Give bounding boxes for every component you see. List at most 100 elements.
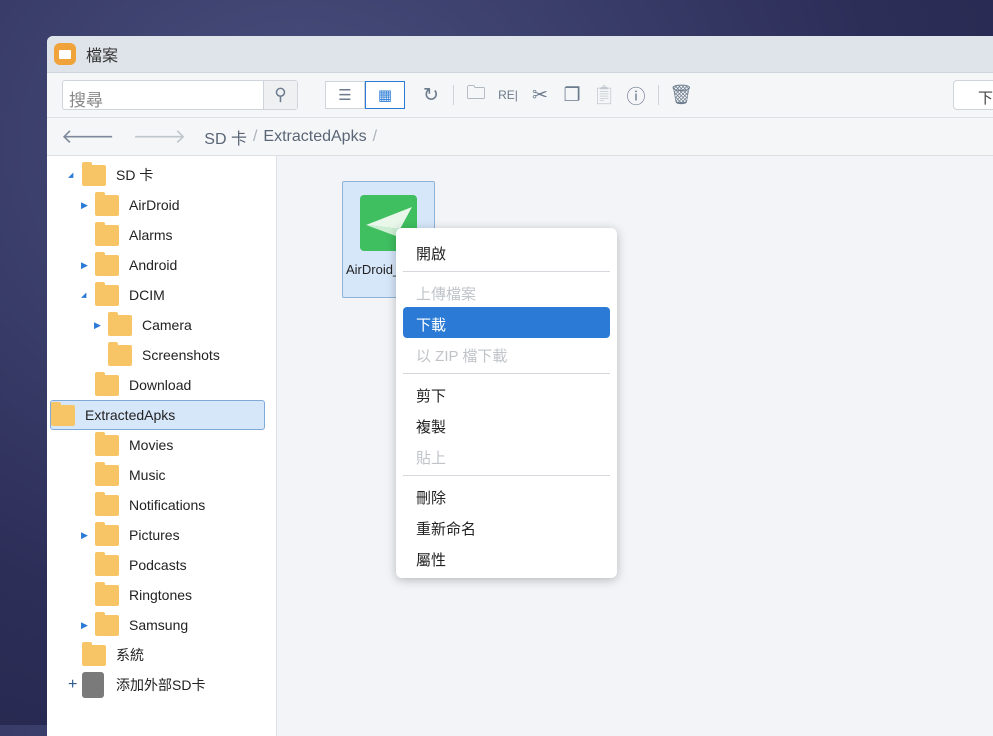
folder-icon — [95, 491, 119, 516]
tree-item-label: Podcasts — [129, 557, 187, 573]
folder-icon — [108, 341, 132, 366]
tree-item-label: SD 卡 — [116, 167, 154, 183]
menu-divider — [403, 271, 610, 272]
forward-arrow-icon[interactable]: 🡒 — [133, 124, 187, 149]
plus-icon[interactable]: + — [68, 676, 77, 694]
folder-icon — [95, 611, 119, 636]
collapse-arrow-icon[interactable]: ◢ — [81, 291, 86, 299]
menu-item[interactable]: 貼上 — [403, 440, 610, 471]
tree-item[interactable]: ▶ AirDroid — [81, 190, 180, 220]
tree-item[interactable]: Download — [95, 370, 191, 400]
menu-divider — [403, 475, 610, 476]
info-icon[interactable]: ⓘ — [620, 82, 652, 109]
tree-item-label: 系統 — [116, 647, 144, 663]
app-folder-icon — [54, 43, 76, 65]
folder-icon — [95, 461, 119, 486]
menu-item[interactable]: 上傳檔案 — [403, 276, 610, 307]
menu-item[interactable]: 重新命名 — [403, 511, 610, 542]
tree-item[interactable]: ▶ Samsung — [81, 610, 189, 640]
folder-icon — [95, 281, 119, 306]
window-title: 檔案 — [86, 48, 119, 65]
search-box[interactable]: 搜尋 ⚲ — [62, 80, 298, 110]
search-icon[interactable]: ⚲ — [263, 81, 297, 109]
tree-item[interactable]: Podcasts — [95, 550, 187, 580]
folder-tree-sidebar: ◢ SD 卡 ▶ AirDroid Alarms ▶ Android ◢ DCIM ▶ Camera… — [47, 156, 277, 736]
collapse-arrow-icon[interactable]: ◢ — [68, 171, 73, 179]
tree-item-label: Android — [129, 257, 178, 273]
menu-item[interactable]: 以 ZIP 檔下載 — [403, 338, 610, 369]
folder-icon — [82, 641, 106, 666]
folder-icon — [51, 401, 75, 426]
tree-item[interactable]: Music — [95, 460, 166, 490]
download-button[interactable]: 下載 — [953, 80, 993, 110]
folder-icon — [95, 551, 119, 576]
tree-item-label: Notifications — [129, 497, 206, 513]
folder-icon — [95, 581, 119, 606]
tree-item[interactable]: 系統 — [82, 640, 144, 670]
menu-item[interactable]: 刪除 — [403, 480, 610, 511]
title-bar: 檔案 — [47, 36, 993, 73]
tree-item[interactable]: ▶ExtractedApks — [50, 400, 265, 430]
menu-divider — [403, 373, 610, 374]
tree-item[interactable]: Movies — [95, 430, 173, 460]
tree-item-label: 添加外部SD卡 — [116, 677, 206, 693]
folder-icon — [95, 221, 119, 246]
folder-icon — [82, 161, 106, 186]
divider — [658, 85, 659, 105]
copy-icon[interactable]: ❐ — [556, 84, 588, 107]
divider — [453, 85, 454, 105]
tree-item[interactable]: ▶ Pictures — [81, 520, 180, 550]
paste-icon[interactable]: 📋︎ — [588, 83, 620, 107]
context-menu: 開啟上傳檔案 下載以 ZIP 檔下載 剪下 複製 貼上刪除 重新命名 屬性 — [396, 228, 617, 578]
tree-item-label: Music — [129, 467, 166, 483]
cut-icon[interactable]: ✂ — [524, 84, 556, 107]
tree-item-label: Ringtones — [129, 587, 193, 603]
menu-item[interactable]: 複製 — [403, 409, 610, 440]
menu-item[interactable]: 開啟 — [403, 236, 610, 267]
tree-item-label: Download — [129, 377, 192, 393]
tree-item[interactable]: Screenshots — [108, 340, 220, 370]
tree-item-label: Movies — [129, 437, 174, 453]
expand-arrow-icon[interactable]: ▶ — [94, 320, 101, 331]
menu-item[interactable]: 剪下 — [403, 378, 610, 409]
folder-icon — [95, 431, 119, 456]
tree-item[interactable]: ▶ Android — [81, 250, 178, 280]
tree-item-label: Screenshots — [142, 347, 220, 363]
breadcrumb-item[interactable]: ExtractedApks — [263, 128, 366, 146]
trash-icon[interactable]: 🗑︎ — [665, 83, 697, 107]
tree-item[interactable]: Notifications — [95, 490, 205, 520]
folder-icon — [108, 311, 132, 336]
breadcrumb: 🡐 🡒 SD 卡 / ExtractedApks / — [47, 118, 993, 156]
tree-item-label: Camera — [142, 317, 192, 333]
refresh-icon[interactable]: ↻ — [415, 84, 447, 107]
tree-item[interactable]: + 添加外部SD卡 — [68, 670, 206, 700]
search-input[interactable]: 搜尋 — [63, 81, 263, 110]
tree-item[interactable]: ◢ DCIM — [81, 280, 165, 310]
folder-icon — [95, 521, 119, 546]
expand-arrow-icon[interactable]: ▶ — [81, 200, 88, 211]
tree-item[interactable]: ▶ Camera — [94, 310, 192, 340]
tree-item-label: ExtractedApks — [85, 407, 176, 423]
expand-arrow-icon[interactable]: ▶ — [81, 260, 88, 271]
menu-item[interactable]: 下載 — [403, 307, 610, 338]
sd-card-icon — [82, 672, 104, 698]
tree-item[interactable]: Alarms — [95, 220, 173, 250]
tree-item[interactable]: Ringtones — [95, 580, 192, 610]
file-grid: AirDroid_ — [278, 156, 993, 736]
folder-icon — [95, 251, 119, 276]
folder-icon — [95, 371, 119, 396]
grid-view-button[interactable]: ▦ — [365, 81, 405, 109]
expand-arrow-icon[interactable]: ▶ — [81, 620, 88, 631]
tree-item-label: Samsung — [129, 617, 189, 633]
rename-icon[interactable]: RE| — [492, 88, 524, 102]
breadcrumb-item[interactable]: SD 卡 — [204, 125, 247, 149]
new-folder-icon[interactable]: 🗀 — [460, 79, 492, 111]
menu-item[interactable]: 屬性 — [403, 542, 610, 573]
tree-item-label: AirDroid — [129, 197, 180, 213]
expand-arrow-icon[interactable]: ▶ — [81, 530, 88, 541]
folder-icon — [95, 191, 119, 216]
tree-item[interactable]: ◢ SD 卡 — [68, 160, 154, 190]
toolbar: 搜尋 ⚲ ☰ ▦ ↻ 🗀 RE| ✂ ❐ 📋︎ ⓘ 🗑︎ 下載 — [47, 73, 993, 118]
list-view-button[interactable]: ☰ — [325, 81, 365, 109]
back-arrow-icon[interactable]: 🡐 — [61, 124, 115, 149]
